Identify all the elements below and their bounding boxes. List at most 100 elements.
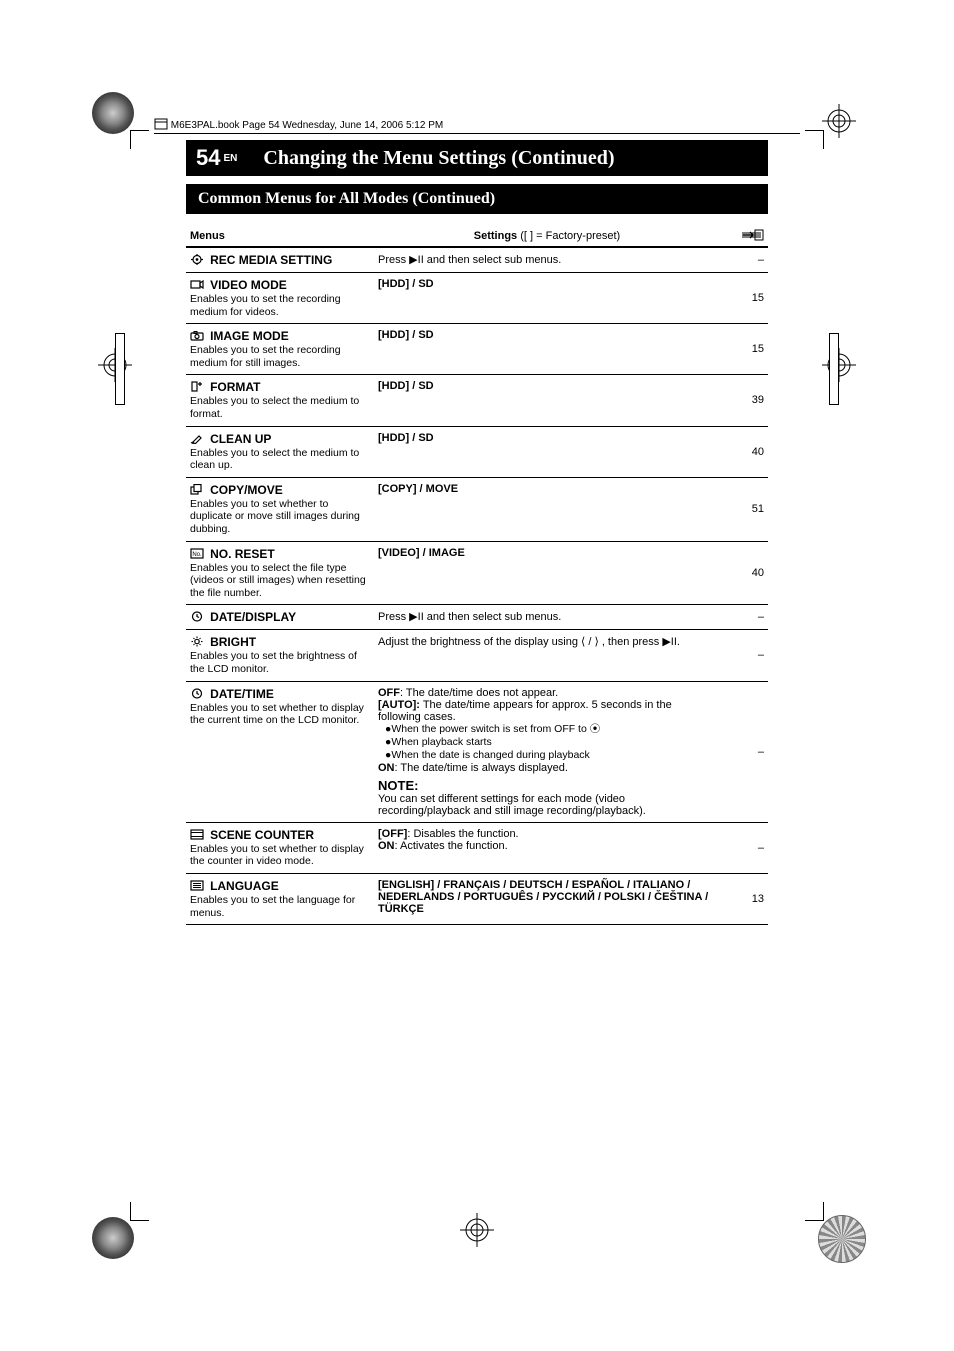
scene-counter-icon (190, 829, 204, 840)
menu-name: SCENE COUNTER (210, 828, 314, 842)
menu-desc: Enables you to set the recording medium … (190, 293, 370, 318)
gear-icon (190, 254, 204, 265)
table-row: VIDEO MODE Enables you to set the record… (186, 273, 768, 324)
page-title-bar: 54 EN Changing the Menu Settings (Contin… (186, 140, 768, 176)
table-row: LANGUAGE Enables you to set the language… (186, 874, 768, 925)
table-row: FORMAT Enables you to select the medium … (186, 375, 768, 426)
printer-bar-right (829, 333, 839, 405)
menu-ref: 40 (720, 541, 768, 605)
table-row: No. NO. RESET Enables you to select the … (186, 541, 768, 605)
book-page-icon (154, 118, 168, 130)
book-header-text: M6E3PAL.book Page 54 Wednesday, June 14,… (171, 120, 443, 131)
menu-name: NO. RESET (210, 547, 275, 561)
menu-name: REC MEDIA SETTING (210, 253, 332, 267)
menu-ref: – (720, 822, 768, 873)
bright-icon (190, 636, 204, 647)
menu-name: CLEAN UP (210, 432, 271, 446)
date-time-bullet: ●When the power switch is set from OFF t… (392, 723, 716, 736)
date-time-bullet: ●When the date is changed during playbac… (392, 749, 716, 762)
menu-ref: – (720, 605, 768, 630)
menu-desc: Enables you to select the medium to form… (190, 395, 370, 420)
copy-move-icon (190, 484, 204, 495)
col-settings: Settings ([ ] = Factory-preset) (374, 222, 720, 247)
format-icon (190, 381, 204, 392)
printer-dot-icon (92, 92, 134, 134)
table-row: DATE/TIME Enables you to set whether to … (186, 681, 768, 822)
menu-desc: Enables you to select the file type (vid… (190, 562, 370, 600)
table-row: IMAGE MODE Enables you to set the record… (186, 324, 768, 375)
date-time-auto-label: [AUTO]: (378, 699, 420, 711)
no-reset-icon: No. (190, 548, 204, 559)
crop-mark-bottom-left (130, 1202, 149, 1221)
printer-gear-icon (818, 1215, 866, 1263)
date-time-off: : The date/time does not appear. (400, 687, 558, 699)
page-title: Changing the Menu Settings (Continued) (247, 140, 768, 176)
svg-text:No.: No. (192, 552, 202, 558)
cleanup-icon (190, 433, 204, 444)
table-row: BRIGHT Enables you to set the brightness… (186, 630, 768, 681)
menu-ref: 15 (720, 324, 768, 375)
menu-name: IMAGE MODE (210, 329, 289, 343)
menu-ref: 40 (720, 426, 768, 477)
menu-desc: Enables you to set whether to display th… (190, 843, 370, 868)
date-time-bullet: ●When playback starts (392, 736, 716, 749)
menu-setting: [COPY] / MOVE (374, 477, 720, 541)
menu-table: Menus Settings ([ ] = Factory-preset) RE… (186, 222, 768, 925)
menu-ref: 51 (720, 477, 768, 541)
menu-setting: [HDD] / SD (374, 426, 720, 477)
menu-name: BRIGHT (210, 635, 256, 649)
language-icon (190, 880, 204, 891)
date-display-icon (190, 611, 204, 622)
col-reference (720, 222, 768, 247)
menu-ref: 13 (720, 874, 768, 925)
menu-setting: Press ▶II and then select sub menus. (374, 605, 720, 630)
registration-mark-icon (822, 348, 856, 382)
menu-setting: [OFF]: Disables the function. ON: Activa… (374, 822, 720, 873)
table-header-row: Menus Settings ([ ] = Factory-preset) (186, 222, 768, 247)
menu-desc: Enables you to set the brightness of the… (190, 650, 370, 675)
table-row: REC MEDIA SETTING Press ▶II and then sel… (186, 247, 768, 273)
col-menus: Menus (186, 222, 374, 247)
table-row: COPY/MOVE Enables you to set whether to … (186, 477, 768, 541)
date-time-auto-text: The date/time appears for approx. 5 seco… (378, 699, 672, 723)
menu-setting: [HDD] / SD (374, 375, 720, 426)
menu-ref: – (720, 247, 768, 273)
printer-dot-icon (92, 1217, 134, 1259)
menu-setting: OFF: The date/time does not appear. [AUT… (374, 681, 720, 822)
menu-desc: Enables you to set whether to duplicate … (190, 498, 370, 536)
menu-setting: [VIDEO] / IMAGE (374, 541, 720, 605)
menu-name: FORMAT (210, 380, 260, 394)
table-row: DATE/DISPLAY Press ▶II and then select s… (186, 605, 768, 630)
menu-desc: Enables you to set the recording medium … (190, 344, 370, 369)
menu-name: DATE/TIME (210, 687, 274, 701)
page-number: 54 (196, 145, 220, 171)
note-label: NOTE: (378, 778, 418, 793)
menu-name: DATE/DISPLAY (210, 610, 296, 624)
scene-counter-off: : Disables the function. (407, 828, 518, 840)
scene-counter-on: : Activates the function. (395, 840, 508, 852)
page-content: 54 EN Changing the Menu Settings (Contin… (186, 140, 768, 925)
video-mode-icon (190, 279, 204, 290)
table-row: CLEAN UP Enables you to select the mediu… (186, 426, 768, 477)
menu-ref: – (720, 630, 768, 681)
menu-name: LANGUAGE (210, 879, 279, 893)
menu-setting: [ENGLISH] / FRANÇAIS / DEUTSCH / ESPAÑOL… (374, 874, 720, 925)
printer-bar-left (115, 333, 125, 405)
menu-desc: Enables you to set the language for menu… (190, 894, 370, 919)
page-number-box: 54 EN (186, 140, 247, 176)
menu-setting: Press ▶II and then select sub menus. (374, 247, 720, 273)
menu-name: COPY/MOVE (210, 483, 283, 497)
menu-desc: Enables you to select the medium to clea… (190, 447, 370, 472)
page-ref-icon (742, 228, 764, 242)
image-mode-icon (190, 330, 204, 341)
menu-desc: Enables you to set whether to display th… (190, 702, 370, 727)
menu-ref: – (720, 681, 768, 822)
registration-mark-icon (460, 1213, 494, 1247)
menu-setting: Adjust the brightness of the display usi… (374, 630, 720, 681)
section-title: Common Menus for All Modes (Continued) (186, 184, 768, 214)
menu-ref: 15 (720, 273, 768, 324)
menu-setting: [HDD] / SD (374, 273, 720, 324)
menu-setting: [HDD] / SD (374, 324, 720, 375)
date-time-on: : The date/time is always displayed. (395, 762, 568, 774)
registration-mark-icon (822, 104, 856, 138)
